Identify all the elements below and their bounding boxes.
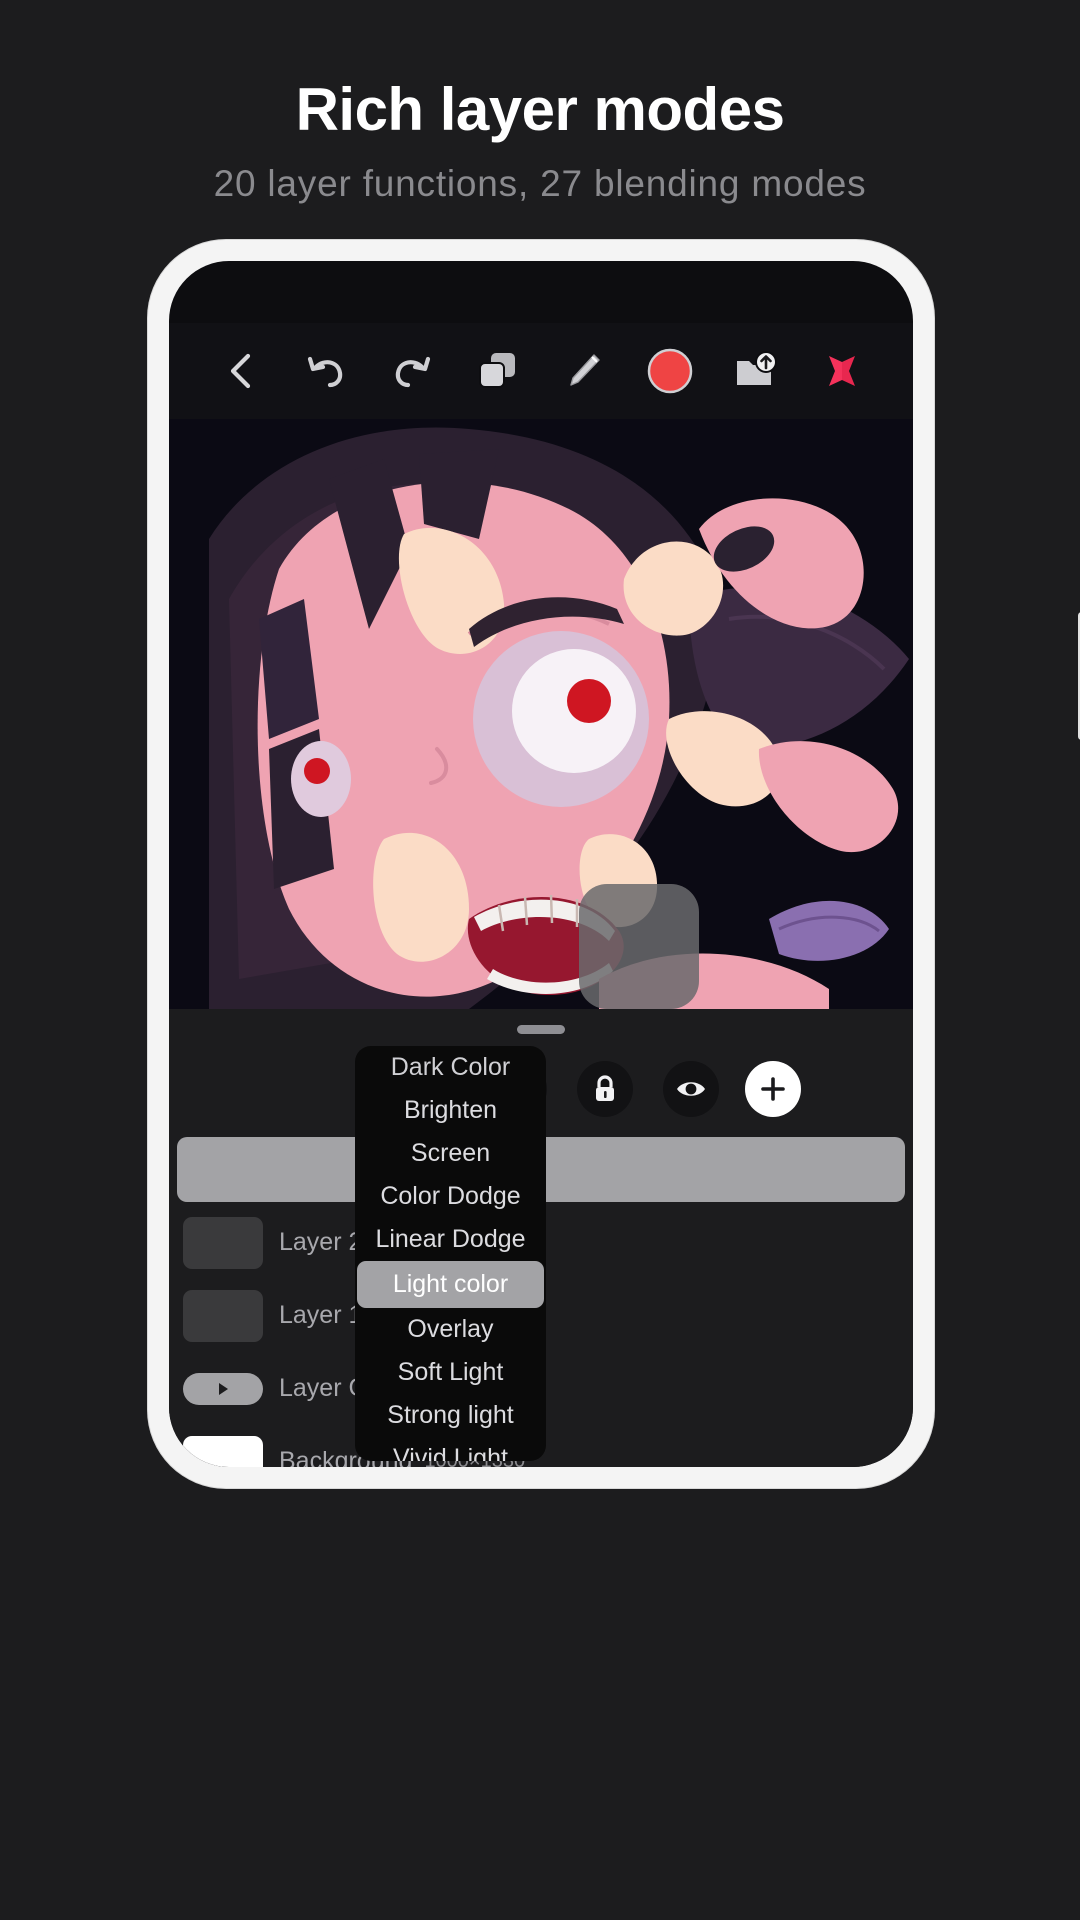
menu-item-soft-light[interactable]: Soft Light	[355, 1351, 546, 1394]
layer-thumbnail[interactable]	[183, 1435, 263, 1467]
undo-icon[interactable]	[283, 323, 369, 419]
app-logo-icon[interactable]	[799, 323, 885, 419]
back-icon[interactable]	[197, 323, 283, 419]
page-subtitle: 20 layer functions, 27 blending modes	[213, 163, 867, 204]
add-layer-button[interactable]	[745, 1061, 801, 1117]
layer-group-toggle[interactable]	[183, 1372, 263, 1405]
blend-mode-slot	[169, 1049, 365, 1129]
header: Rich layer modes 20 layer functions, 27 …	[0, 0, 1080, 205]
menu-item-vivid-light[interactable]: Vivid Light	[355, 1437, 546, 1461]
menu-item-linear-dodge[interactable]: Linear Dodge	[355, 1218, 546, 1261]
menu-item-overlay[interactable]: Overlay	[355, 1308, 546, 1351]
phone-mockup: 100%	[148, 240, 1080, 1488]
menu-item-dark-color[interactable]: Dark Color	[355, 1046, 546, 1089]
color-swatch[interactable]	[627, 323, 713, 419]
layer-name: Layer 1	[279, 1301, 363, 1329]
menu-item-brighten[interactable]: Brighten	[355, 1089, 546, 1132]
layer-thumbnail[interactable]	[183, 1216, 263, 1269]
menu-item-strong-light[interactable]: Strong light	[355, 1394, 546, 1437]
chevron-right-icon	[218, 1382, 228, 1395]
menu-item-color-dodge[interactable]: Color Dodge	[355, 1175, 546, 1218]
layer-thumbnail[interactable]	[183, 1289, 263, 1342]
menu-item-screen[interactable]: Screen	[355, 1132, 546, 1175]
menu-item-light-color[interactable]: Light color	[357, 1261, 544, 1308]
redo-icon[interactable]	[369, 323, 455, 419]
app-toolbar	[169, 323, 913, 419]
blend-mode-menu[interactable]: Dark Color Brighten Screen Color Dodge L…	[355, 1046, 546, 1461]
phone-screen: 100%	[169, 261, 913, 1467]
export-icon[interactable]	[713, 323, 799, 419]
panel-drag-handle[interactable]	[517, 1025, 565, 1034]
eye-icon[interactable]	[663, 1061, 719, 1117]
layers-icon[interactable]	[455, 323, 541, 419]
promo-page: Rich layer modes 20 layer functions, 27 …	[0, 0, 1080, 1920]
artwork-canvas[interactable]	[169, 419, 913, 1009]
layer-name: Layer 2	[279, 1228, 363, 1256]
lock-icon[interactable]	[577, 1061, 633, 1117]
brush-icon[interactable]	[541, 323, 627, 419]
page-title: Rich layer modes	[295, 76, 785, 143]
